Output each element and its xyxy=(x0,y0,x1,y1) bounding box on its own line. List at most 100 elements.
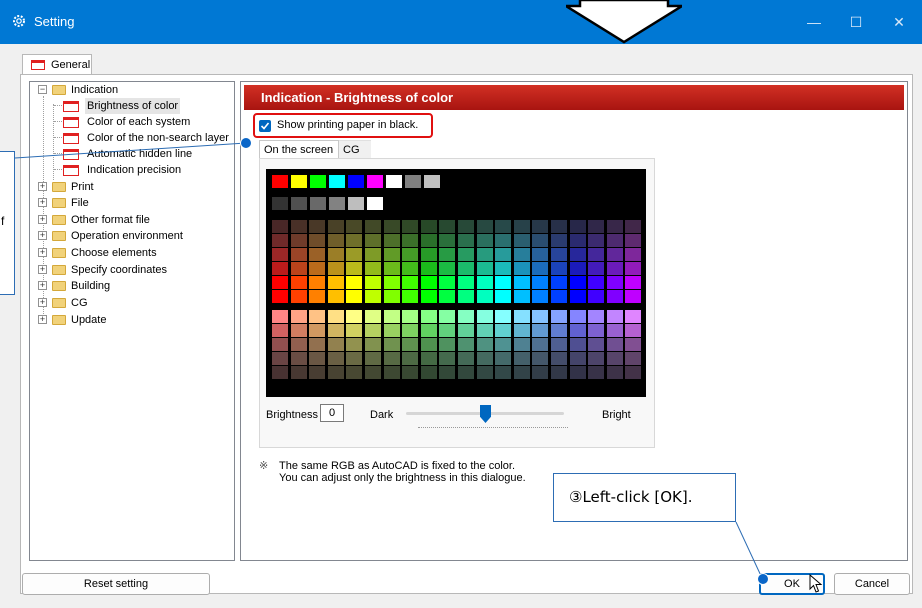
color-swatch[interactable] xyxy=(291,175,307,188)
color-swatch[interactable] xyxy=(327,234,344,247)
color-swatch[interactable] xyxy=(532,310,549,323)
color-swatch[interactable] xyxy=(383,220,400,233)
color-swatch[interactable] xyxy=(348,197,364,210)
color-swatch[interactable] xyxy=(327,220,344,233)
color-swatch[interactable] xyxy=(458,352,474,365)
color-swatch[interactable] xyxy=(532,366,549,379)
color-swatch[interactable] xyxy=(346,262,363,275)
color-swatch[interactable] xyxy=(272,220,288,233)
color-swatch[interactable] xyxy=(309,352,326,365)
color-swatch[interactable] xyxy=(513,234,530,247)
color-swatch[interactable] xyxy=(420,276,437,289)
color-swatch[interactable] xyxy=(420,338,437,351)
color-swatch[interactable] xyxy=(327,338,344,351)
expand-icon[interactable]: + xyxy=(38,215,47,224)
color-swatch[interactable] xyxy=(439,248,456,261)
color-swatch[interactable] xyxy=(606,220,623,233)
color-swatch[interactable] xyxy=(402,352,419,365)
color-swatch[interactable] xyxy=(420,234,437,247)
color-swatch[interactable] xyxy=(458,262,474,275)
color-swatch[interactable] xyxy=(420,220,437,233)
brightness-value-field[interactable]: 0 xyxy=(320,404,344,422)
color-swatch[interactable] xyxy=(439,276,456,289)
color-swatch[interactable] xyxy=(365,324,381,337)
color-swatch[interactable] xyxy=(495,220,512,233)
color-swatch[interactable] xyxy=(513,276,530,289)
color-swatch[interactable] xyxy=(606,310,623,323)
color-swatch[interactable] xyxy=(346,352,363,365)
expand-icon[interactable]: + xyxy=(38,298,47,307)
reset-setting-button[interactable]: Reset setting xyxy=(22,573,210,595)
color-swatch[interactable] xyxy=(327,262,344,275)
color-swatch[interactable] xyxy=(551,290,567,303)
color-swatch[interactable] xyxy=(569,262,586,275)
color-swatch[interactable] xyxy=(569,220,586,233)
color-swatch[interactable] xyxy=(476,234,493,247)
color-swatch[interactable] xyxy=(551,220,567,233)
color-swatch[interactable] xyxy=(476,262,493,275)
color-swatch[interactable] xyxy=(551,234,567,247)
color-swatch[interactable] xyxy=(383,366,400,379)
color-swatch[interactable] xyxy=(420,262,437,275)
color-swatch[interactable] xyxy=(383,234,400,247)
color-swatch[interactable] xyxy=(420,352,437,365)
color-swatch[interactable] xyxy=(327,290,344,303)
color-swatch[interactable] xyxy=(310,197,326,210)
color-swatch[interactable] xyxy=(290,338,307,351)
color-swatch[interactable] xyxy=(569,290,586,303)
color-swatch[interactable] xyxy=(569,248,586,261)
color-swatch[interactable] xyxy=(551,352,567,365)
color-swatch[interactable] xyxy=(588,338,605,351)
color-swatch[interactable] xyxy=(309,234,326,247)
color-swatch[interactable] xyxy=(327,276,344,289)
color-swatch[interactable] xyxy=(420,310,437,323)
color-swatch[interactable] xyxy=(365,248,381,261)
color-swatch[interactable] xyxy=(458,276,474,289)
color-swatch[interactable] xyxy=(402,366,419,379)
color-swatch[interactable] xyxy=(365,220,381,233)
color-swatch[interactable] xyxy=(439,366,456,379)
color-swatch[interactable] xyxy=(476,324,493,337)
color-swatch[interactable] xyxy=(346,276,363,289)
color-swatch[interactable] xyxy=(402,220,419,233)
color-swatch[interactable] xyxy=(588,234,605,247)
color-swatch[interactable] xyxy=(402,262,419,275)
color-swatch[interactable] xyxy=(569,338,586,351)
color-swatch[interactable] xyxy=(439,262,456,275)
color-swatch[interactable] xyxy=(309,324,326,337)
expand-icon[interactable]: + xyxy=(38,265,47,274)
expand-icon[interactable]: + xyxy=(38,198,47,207)
color-swatch[interactable] xyxy=(569,366,586,379)
minimize-button[interactable]: — xyxy=(799,10,829,34)
color-swatch[interactable] xyxy=(495,262,512,275)
color-swatch[interactable] xyxy=(606,234,623,247)
color-swatch[interactable] xyxy=(365,366,381,379)
color-swatch[interactable] xyxy=(346,366,363,379)
color-swatch[interactable] xyxy=(272,175,288,188)
color-swatch[interactable] xyxy=(402,234,419,247)
color-swatch[interactable] xyxy=(476,276,493,289)
color-swatch[interactable] xyxy=(290,234,307,247)
color-swatch[interactable] xyxy=(625,310,642,323)
color-swatch[interactable] xyxy=(327,366,344,379)
color-swatch[interactable] xyxy=(588,352,605,365)
color-swatch[interactable] xyxy=(309,262,326,275)
color-swatch[interactable] xyxy=(346,324,363,337)
color-swatch[interactable] xyxy=(272,262,288,275)
color-swatch[interactable] xyxy=(420,324,437,337)
color-swatch[interactable] xyxy=(606,338,623,351)
expand-icon[interactable]: + xyxy=(38,281,47,290)
color-swatch[interactable] xyxy=(495,352,512,365)
color-swatch[interactable] xyxy=(383,276,400,289)
color-swatch[interactable] xyxy=(495,290,512,303)
color-swatch[interactable] xyxy=(272,352,288,365)
color-swatch[interactable] xyxy=(367,175,383,188)
color-swatch[interactable] xyxy=(513,324,530,337)
color-swatch[interactable] xyxy=(513,338,530,351)
color-palette[interactable] xyxy=(266,169,646,397)
color-swatch[interactable] xyxy=(513,310,530,323)
color-swatch[interactable] xyxy=(551,338,567,351)
color-swatch[interactable] xyxy=(327,352,344,365)
color-swatch[interactable] xyxy=(272,290,288,303)
color-swatch[interactable] xyxy=(606,290,623,303)
